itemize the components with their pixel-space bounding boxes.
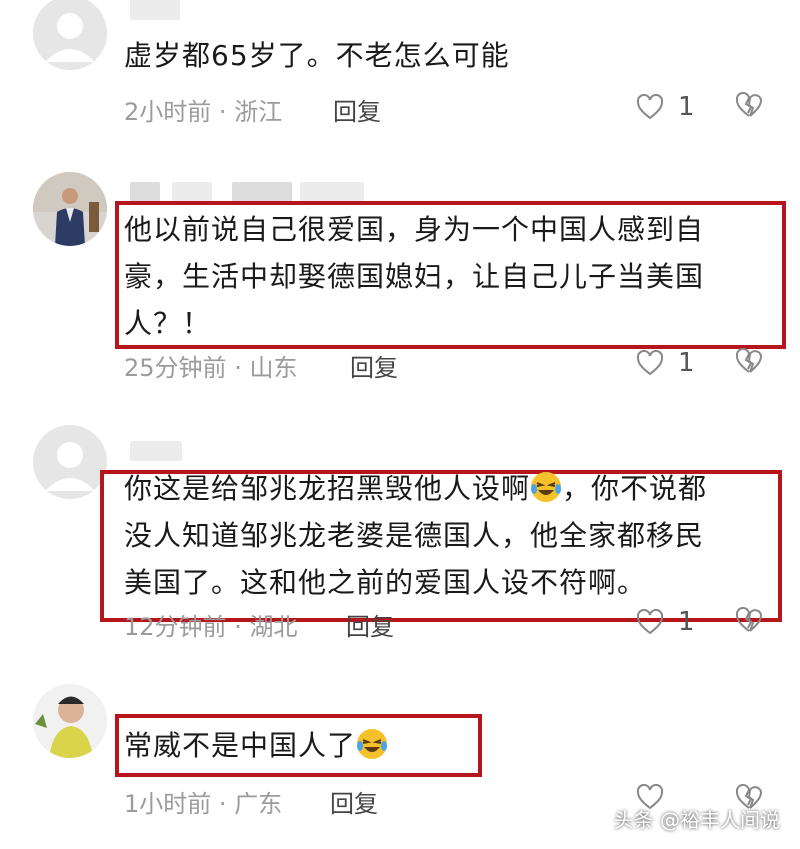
reply-button[interactable]: 回复 [350, 348, 398, 383]
reply-button[interactable]: 回复 [346, 607, 394, 642]
comment-line: 你这是给邹兆龙招黑毁他人设啊 ，你不说都 [124, 465, 707, 512]
comment-meta: 25分钟前 · 山东 [124, 348, 297, 383]
avatar-default[interactable] [33, 0, 107, 70]
comment-text: 你这是给邹兆龙招黑毁他人设啊 ，你不说都 没人知道邹兆龙老婆是德国人，他全家都移民… [124, 465, 707, 606]
comment-time: 25分钟前 [124, 354, 227, 382]
comment-line: 他以前说自己很爱国，身为一个中国人感到自 [124, 213, 705, 246]
reply-button[interactable]: 回复 [330, 784, 378, 819]
meta-separator: · [218, 790, 227, 818]
comment-line: 没人知道邹兆龙老婆是德国人，他全家都移民 [124, 519, 705, 552]
comment-meta: 1小时前 · 广东 [124, 784, 282, 819]
comment-line: 虚岁都65岁了。不老怎么可能 [124, 39, 510, 72]
like-count: 1 [678, 348, 695, 378]
comment-time: 1小时前 [124, 790, 212, 818]
dislike-button[interactable] [735, 92, 763, 118]
comment-meta: 2小时前 · 浙江 [124, 92, 282, 127]
reply-button[interactable]: 回复 [333, 92, 381, 127]
meta-separator: · [234, 354, 242, 382]
comment-location: 湖北 [249, 613, 298, 641]
like-button[interactable]: 1 [636, 92, 695, 122]
avatar-default[interactable] [33, 425, 107, 499]
comment-time: 12分钟前 [124, 613, 227, 641]
avatar-user-photo[interactable] [33, 684, 107, 758]
comment-location: 浙江 [234, 98, 283, 126]
dislike-button[interactable] [735, 348, 763, 374]
avatar-user-photo[interactable] [33, 172, 107, 246]
meta-separator: · [234, 613, 242, 641]
comment-text: 他以前说自己很爱国，身为一个中国人感到自 豪，生活中却娶德国媳妇，让自己儿子当美… [124, 206, 704, 347]
comment-location: 广东 [234, 790, 283, 818]
heart-icon [636, 94, 664, 120]
comment-meta: 12分钟前 · 湖北 [124, 607, 297, 642]
comment-line-part: 常威不是中国人了 [124, 729, 357, 762]
comment-line: 豪，生活中却娶德国媳妇，让自己儿子当美国 [124, 260, 705, 293]
laughing-crying-emoji-icon [357, 729, 388, 759]
username-blurred[interactable] [130, 182, 160, 202]
like-button[interactable]: 1 [636, 607, 695, 637]
watermark: 头条 @裕丰人间说 [613, 808, 780, 832]
comment-line-part: 你这是给邹兆龙招黑毁他人设啊 [124, 472, 531, 505]
heart-icon [636, 609, 664, 635]
broken-heart-icon [735, 348, 763, 373]
comment-time: 2小时前 [124, 98, 212, 126]
dislike-button[interactable] [735, 607, 763, 633]
heart-icon [636, 350, 664, 376]
comment-text: 虚岁都65岁了。不老怎么可能 [124, 32, 510, 79]
comment-line: 美国了。这和他之前的爱国人设不符啊。 [124, 566, 647, 599]
like-count: 1 [678, 607, 695, 637]
meta-separator: · [218, 98, 227, 126]
comment-line: 人？！ [124, 307, 212, 340]
laughing-crying-emoji-icon [531, 472, 562, 502]
username-blurred[interactable] [172, 182, 212, 202]
comment-line-part: ，你不说都 [562, 472, 708, 505]
comment-text: 常威不是中国人了 [124, 722, 388, 769]
username-blurred[interactable] [130, 0, 180, 20]
username-blurred[interactable] [232, 182, 292, 202]
username-blurred[interactable] [300, 182, 364, 202]
comment-line: 常威不是中国人了 [124, 722, 388, 769]
username-blurred[interactable] [130, 441, 182, 461]
broken-heart-icon [735, 92, 763, 117]
like-button[interactable]: 1 [636, 348, 695, 378]
like-count: 1 [678, 92, 695, 122]
broken-heart-icon [735, 607, 763, 632]
comment-location: 山东 [249, 354, 298, 382]
